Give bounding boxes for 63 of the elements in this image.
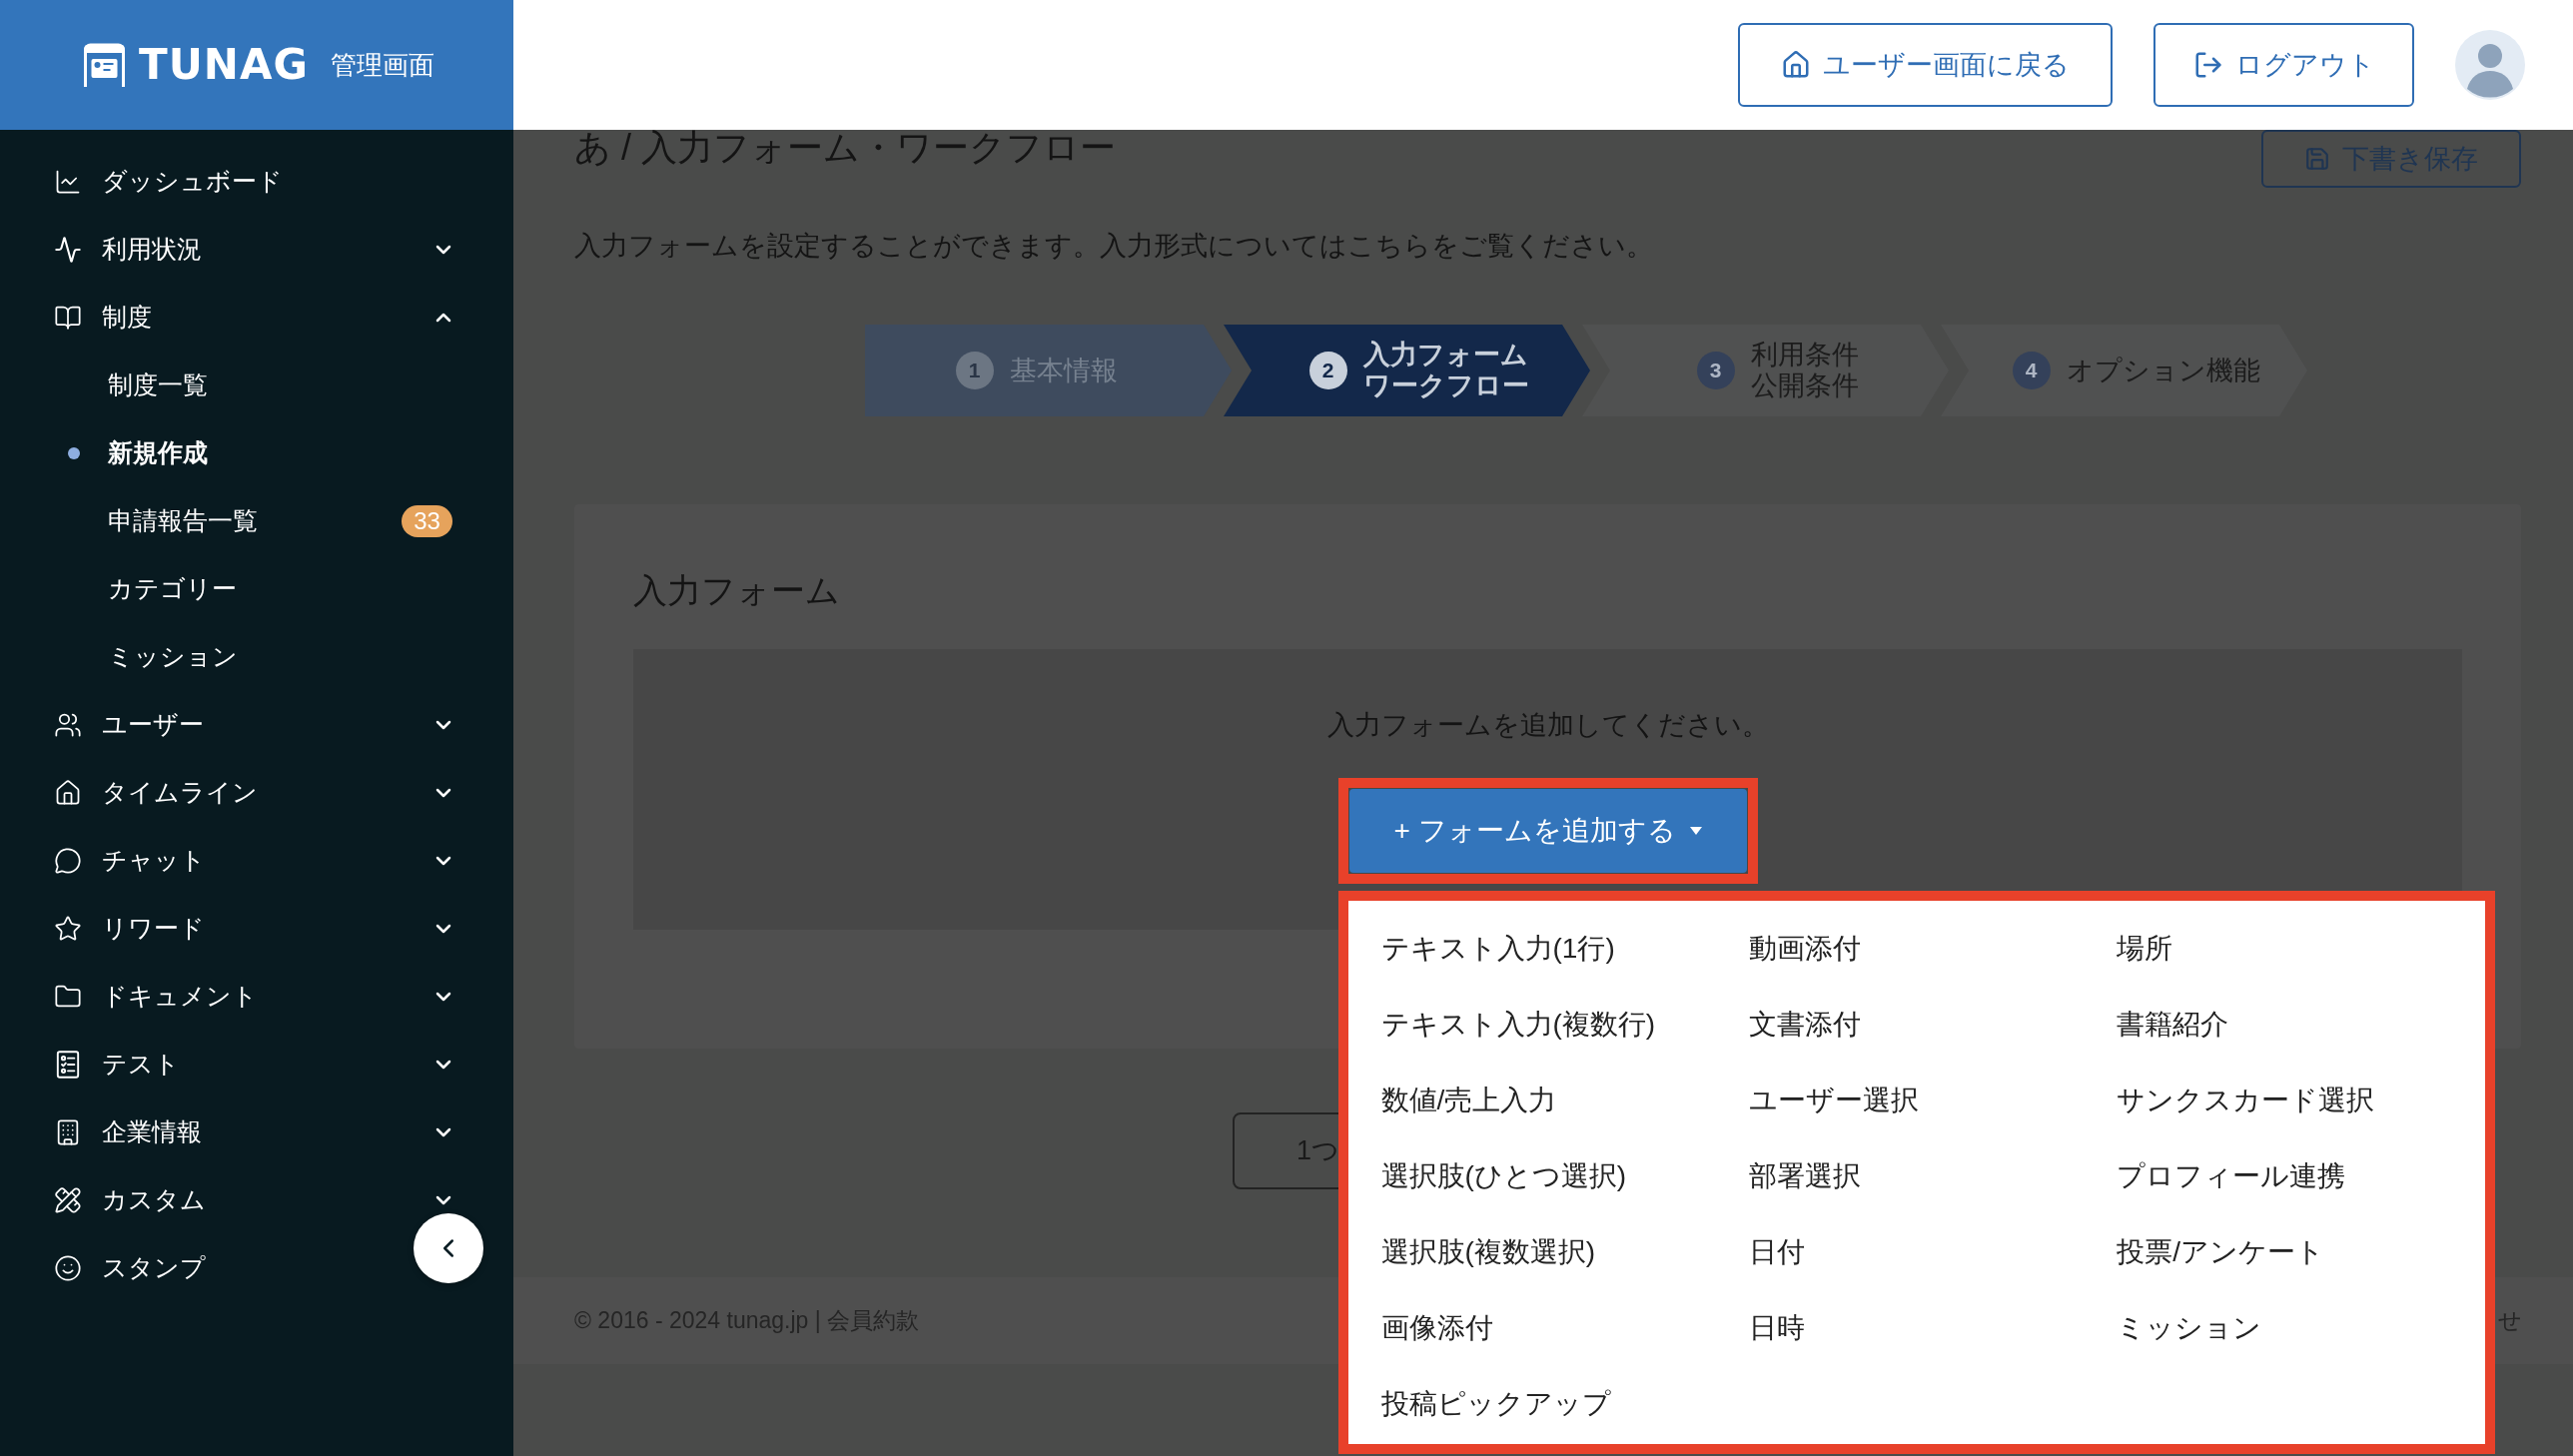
avatar-icon[interactable] [2455, 30, 2525, 100]
section-title: 入力フォーム [633, 570, 841, 611]
sidebar-item[interactable]: ダッシュボード [0, 148, 513, 216]
save-icon [2304, 146, 2330, 172]
sidebar-item[interactable]: チャット [0, 827, 513, 895]
step-number: 1 [955, 352, 994, 389]
sidebar-item[interactable]: ドキュメント [0, 963, 513, 1031]
sidebar-subitem[interactable]: 申請報告一覧 33 [0, 487, 513, 555]
sidebar-subitem[interactable]: ミッション [0, 623, 513, 691]
add-form-button[interactable]: + フォームを追加する [1348, 789, 1747, 873]
menu-item[interactable]: 部署選択 [1748, 1138, 1861, 1214]
sidebar-item[interactable]: ユーザー [0, 691, 513, 759]
sidebar-subitem[interactable]: カテゴリー [0, 555, 513, 623]
menu-item[interactable]: 選択肢(複数選択) [1380, 1214, 1596, 1290]
checklist-icon [54, 1051, 82, 1079]
home-icon [54, 779, 82, 807]
chat-bubble-icon [54, 847, 82, 875]
caret-down-icon [1689, 827, 1702, 835]
sidebar-subitem[interactable]: 新規作成 [0, 419, 513, 487]
menu-item[interactable]: テキスト入力(複数行) [1380, 987, 1656, 1063]
menu-item[interactable]: テキスト入力(1行) [1380, 911, 1615, 987]
sidebar-subitem[interactable]: 制度一覧 [0, 352, 513, 419]
menu-item[interactable]: 場所 [2117, 911, 2173, 987]
wizard-step[interactable]: 2 入力フォーム ワークフロー [1224, 325, 1590, 416]
sidebar-item[interactable]: リワード [0, 895, 513, 963]
menu-item[interactable]: 日付 [1748, 1214, 1805, 1290]
brand-wordmark: TUNAG [139, 44, 309, 86]
menu-item[interactable]: 書籍紹介 [2117, 987, 2229, 1063]
sidebar-item[interactable]: タイムライン [0, 759, 513, 827]
count-badge: 33 [402, 505, 452, 537]
sidebar-item[interactable]: テスト [0, 1031, 513, 1098]
step-number: 3 [1696, 352, 1735, 389]
step-number: 2 [1308, 352, 1347, 389]
pulse-icon [54, 236, 82, 264]
sidebar-item[interactable]: 利用状況 [0, 216, 513, 284]
logout-button[interactable]: ログアウト [2153, 23, 2414, 107]
menu-item[interactable]: 画像添付 [1380, 1290, 1493, 1366]
sidebar-item[interactable]: 制度 [0, 284, 513, 352]
line-chart-icon [54, 168, 82, 196]
smiley-icon [54, 1254, 82, 1282]
pencil-ruler-icon [54, 1186, 82, 1214]
step-number: 4 [2012, 352, 2051, 389]
menu-item[interactable]: サンクスカード選択 [2117, 1063, 2375, 1138]
menu-item[interactable]: 文書添付 [1748, 987, 1861, 1063]
star-icon [54, 915, 82, 943]
menu-item[interactable]: 投票/アンケート [2117, 1214, 2324, 1290]
logo-icon [82, 43, 127, 87]
back-to-user-button[interactable]: ユーザー画面に戻る [1738, 23, 2113, 107]
menu-item[interactable]: プロフィール連携 [2117, 1138, 2346, 1214]
home-icon [1781, 50, 1811, 80]
menu-item[interactable]: 投稿ピックアップ [1380, 1366, 1611, 1442]
menu-item[interactable]: ユーザー選択 [1748, 1063, 1919, 1138]
menu-item[interactable]: 選択肢(ひとつ選択) [1380, 1138, 1627, 1214]
users-icon [54, 711, 82, 739]
admin-label: 管理画面 [330, 52, 434, 78]
book-icon [54, 304, 82, 332]
sidebar-item[interactable]: スタンプ [0, 1234, 513, 1302]
menu-item[interactable]: 日時 [1748, 1290, 1805, 1366]
menu-item[interactable]: 数値/売上入力 [1380, 1063, 1557, 1138]
menu-item[interactable]: 動画添付 [1748, 911, 1861, 987]
menu-item[interactable]: ミッション [2117, 1290, 2262, 1366]
sidebar-item[interactable]: 企業情報 [0, 1098, 513, 1166]
sidebar-item[interactable]: カスタム [0, 1166, 513, 1234]
